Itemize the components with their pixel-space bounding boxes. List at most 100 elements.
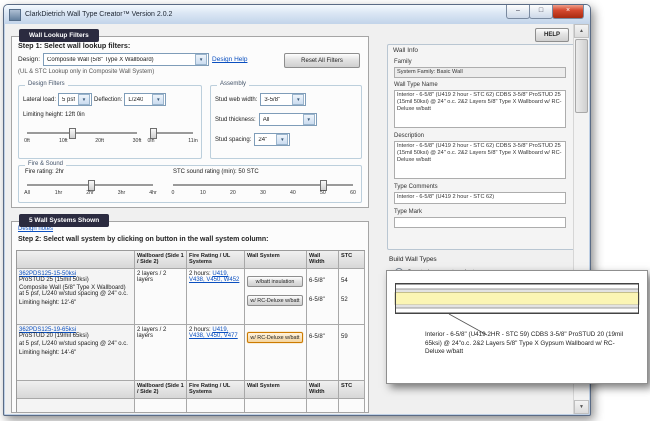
in-tick-labels: 0in 11in (151, 138, 193, 145)
design-help-link[interactable]: Design Help (212, 56, 247, 63)
wallboard-cell: 2 layers / 2 layers (135, 325, 187, 381)
step1-panel: Step 1: Select wall lookup filters: Desi… (11, 36, 369, 208)
wall-type-name-value[interactable]: Interior - 6-5/8" (U419 2 hour - STC 62)… (394, 90, 566, 128)
scrollbar-thumb[interactable] (575, 39, 588, 113)
description-value[interactable]: Interior - 6-5/8" (U419 2 hour - STC 62)… (394, 141, 566, 179)
design-filters-group: Design Filters Lateral load: 5 psf ▼ Def… (18, 85, 202, 159)
wall-systems-table: Wallboard (Side 1 / Side 2) Fire Rating … (16, 250, 365, 413)
limiting-height-in-slider[interactable] (151, 128, 193, 137)
limiting-height: Limiting height: 14'-6" (19, 350, 132, 356)
fire-sound-group: Fire & Sound Fire rating: 2hr STC sound … (18, 165, 362, 203)
minimize-icon[interactable]: – (506, 5, 530, 19)
step1-title: Step 1: Select wall lookup filters: (18, 41, 130, 50)
fire-rating-cell: 2 hours: U419, V438, V450, W452 (187, 269, 245, 325)
family-value: System Family: Basic Wall (394, 67, 566, 78)
fire-rating-label: Fire rating: 2hr (25, 169, 64, 175)
product-cell: 362PDS125-15-50ksi ProSTUD 25 (15mil 50k… (17, 269, 135, 325)
wall-system-button-rc-deluxe[interactable]: w/ RC-Deluxe w/batt (247, 295, 303, 306)
col-wall-width: Wall Width (307, 251, 339, 269)
product-description: Composite Wall (5/8" Type X Wallboard) a… (19, 285, 132, 297)
chevron-down-icon[interactable]: ▼ (276, 134, 288, 145)
description-label: Description (394, 133, 424, 139)
table-row: 362PDS125-15-50ksi ProSTUD 25 (15mil 50k… (17, 269, 365, 325)
scroll-up-icon[interactable]: ▲ (574, 24, 589, 38)
deflection-dropdown[interactable]: L/240 ▼ (124, 93, 166, 106)
product-name: ProSTUD 25 (15mil 50ksi) (19, 277, 132, 283)
deflection-label: Deflection: (94, 97, 122, 103)
fire-tick-labels: All 1hr 2hr 3hr 4hr (27, 190, 153, 197)
tooltip-text: Interior - 6-5/8" (U419 2HR - STC 59) CD… (425, 331, 631, 357)
col-wall-system: Wall System (245, 251, 307, 269)
stc-cell: 54 52 (339, 269, 365, 325)
type-mark-value[interactable] (394, 217, 566, 228)
chevron-down-icon[interactable]: ▼ (78, 94, 90, 105)
wall-type-tooltip: Interior - 6-5/8" (U419 2HR - STC 59) CD… (386, 270, 648, 384)
assembly-legend: Assembly (217, 81, 249, 87)
table-header-row: Wallboard (Side 1 / Side 2) Fire Rating … (17, 251, 365, 269)
fire-sound-legend: Fire & Sound (25, 161, 66, 167)
col-stc: STC (339, 251, 365, 269)
chevron-down-icon[interactable]: ▼ (152, 94, 164, 105)
titlebar[interactable]: ClarkDietrich Wall Type Creator™ Version… (4, 5, 590, 24)
col-wallboard: Wallboard (Side 1 / Side 2) (135, 251, 187, 269)
stud-thickness-dropdown[interactable]: All ▼ (259, 113, 317, 126)
close-icon[interactable]: × (552, 5, 584, 19)
product-description: at 5 psf, L/240 w/stud spacing @ 24" o.c… (19, 341, 132, 347)
scroll-down-icon[interactable]: ▼ (574, 400, 589, 414)
stud-spacing-dropdown[interactable]: 24" ▼ (254, 133, 290, 146)
wall-type-name-label: Wall Type Name (394, 82, 438, 88)
assembly-group: Assembly Stud web width: 3-5/8" ▼ Stud t… (210, 85, 362, 159)
fire-rating-cell: 2 hours: U419, V438, V450, V477 (187, 325, 245, 381)
table-row-partial (17, 399, 365, 413)
stud-spacing-label: Stud spacing: (215, 137, 251, 143)
type-mark-label: Type Mark (394, 209, 422, 215)
wall-lookup-filters-header: Wall Lookup Filters (19, 29, 99, 42)
product-cell: 362PDS125-19-65ksi ProSTUD 20 (19mil 65k… (17, 325, 135, 381)
design-dropdown-value: Composite Wall (5/8" Type X Wallboard) (47, 57, 154, 63)
slider-track (151, 132, 193, 135)
step2-title: Step 2: Select wall system by clicking o… (18, 236, 269, 243)
wallboard-cell: 2 layers / 2 layers (135, 269, 187, 325)
stc-cell: 59 (339, 325, 365, 381)
lateral-load-dropdown[interactable]: 5 psf ▼ (58, 93, 92, 106)
stud-web-width-dropdown[interactable]: 3-5/8" ▼ (260, 93, 306, 106)
type-comments-value[interactable]: Interior - 6-5/8" (U419 2 hour - STC 62) (394, 192, 566, 204)
wall-system-button-rc-deluxe[interactable]: w/ RC-Deluxe w/batt (247, 332, 303, 343)
wall-width-cell: 6-5/8" 6-5/8" (307, 269, 339, 325)
table-row: 362PDS125-19-65ksi ProSTUD 20 (19mil 65k… (17, 325, 365, 381)
chevron-down-icon[interactable]: ▼ (195, 54, 207, 65)
design-label: Design: (18, 56, 40, 63)
reset-all-filters-button[interactable]: Reset All Filters (284, 53, 360, 68)
wall-system-button-batt[interactable]: w/batt insulation (247, 276, 303, 287)
help-button[interactable]: HELP (535, 28, 569, 42)
limiting-height-ft-slider[interactable] (27, 128, 137, 137)
lateral-load-label: Lateral load: (23, 97, 56, 103)
maximize-icon[interactable]: □ (529, 5, 553, 19)
chevron-down-icon[interactable]: ▼ (303, 114, 315, 125)
app-icon (9, 9, 21, 21)
family-label: Family (394, 59, 412, 65)
product-name: ProSTUD 20 (19mil 65ksi) (19, 333, 132, 339)
limiting-height-label: Limiting height: 12ft 0in (23, 112, 85, 118)
stud-thickness-label: Stud thickness: (215, 117, 256, 123)
step2-panel: Design notes Step 2: Select wall system … (11, 221, 369, 413)
chevron-down-icon[interactable]: ▼ (292, 94, 304, 105)
build-wall-types-label: Build Wall Types (389, 256, 437, 263)
stc-tick-labels: 0 10 20 30 40 50 60 (173, 190, 353, 197)
stc-rating-slider[interactable] (173, 180, 353, 189)
design-dropdown[interactable]: Composite Wall (5/8" Type X Wallboard) ▼ (43, 53, 209, 66)
wall-system-cell: w/ RC-Deluxe w/batt (245, 325, 307, 381)
limiting-height: Limiting height: 12'-6" (19, 300, 132, 306)
type-comments-label: Type Comments (394, 184, 438, 190)
window-title: ClarkDietrich Wall Type Creator™ Version… (25, 11, 172, 18)
wall-width-cell: 6-5/8" (307, 325, 339, 381)
ft-tick-labels: 0ft 10ft 20ft 30ft (27, 138, 137, 145)
stc-rating-label: STC sound rating (min): 50 STC (173, 169, 259, 175)
design-note: (UL & STC Lookup only in Composite Wall … (18, 69, 154, 75)
slider-track (27, 132, 137, 135)
window-controls: – □ × (507, 5, 584, 19)
table-header-row-repeat: Wallboard (Side 1 / Side 2) Fire Rating … (17, 381, 365, 399)
wall-section-diagram (387, 271, 647, 383)
col-fire-rating: Fire Rating / UL Systems (187, 251, 245, 269)
fire-rating-slider[interactable] (27, 180, 153, 189)
